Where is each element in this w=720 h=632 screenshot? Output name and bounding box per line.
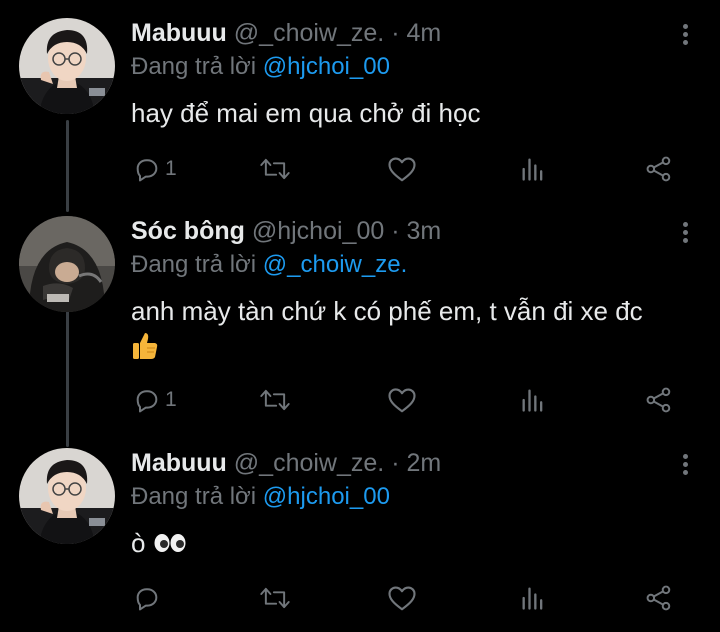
display-name[interactable]: Mabuuu xyxy=(131,19,227,47)
share-icon xyxy=(646,585,671,611)
timestamp[interactable]: 2m xyxy=(406,449,441,477)
tweet[interactable]: Sóc bông @hjchoi_00 · 3m Đang trả lời @_… xyxy=(0,214,720,444)
avatar[interactable] xyxy=(19,18,115,114)
more-icon[interactable] xyxy=(682,454,690,476)
user-handle[interactable]: @_choiw_ze. xyxy=(234,19,384,47)
views-button[interactable] xyxy=(519,380,547,420)
tweet-header: Mabuuu @_choiw_ze. · 2m xyxy=(131,446,660,480)
share-icon xyxy=(646,387,671,413)
retweet-button[interactable] xyxy=(259,149,295,189)
views-icon xyxy=(522,389,543,412)
timestamp[interactable]: 3m xyxy=(407,217,442,245)
views-icon xyxy=(522,587,543,610)
tweet-text: anh mày tàn chứ k có phế em, t vẫn đi xe… xyxy=(131,292,700,371)
action-bar: 1 xyxy=(0,380,720,420)
views-button[interactable] xyxy=(519,578,547,618)
like-icon xyxy=(388,388,416,413)
replying-to-label: Đang trả lời xyxy=(131,483,257,510)
reply-icon xyxy=(136,390,158,413)
retweet-button[interactable] xyxy=(259,578,295,618)
user-handle[interactable]: @_choiw_ze. xyxy=(234,449,384,477)
timestamp[interactable]: 4m xyxy=(406,19,441,47)
tweet-text-content: anh mày tàn chứ k có phế em, t vẫn đi xe… xyxy=(131,296,643,326)
reply-button[interactable]: 1 xyxy=(133,149,177,189)
replying-to-label: Đang trả lời xyxy=(131,53,257,80)
eyes-emoji xyxy=(153,526,187,564)
tweet[interactable]: Mabuuu @_choiw_ze. · 4m Đang trả lời @hj… xyxy=(0,16,720,216)
views-icon xyxy=(522,158,543,181)
tweet-header: Sóc bông @hjchoi_00 · 3m xyxy=(131,214,660,248)
replying-to: Đang trả lời @hjchoi_00 xyxy=(131,481,390,513)
separator-dot: · xyxy=(391,217,400,245)
reply-icon xyxy=(136,588,158,611)
retweet-icon xyxy=(260,587,290,609)
tweet[interactable]: Mabuuu @_choiw_ze. · 2m Đang trả lời @hj… xyxy=(0,446,720,632)
replying-to-handle[interactable]: @hjchoi_00 xyxy=(263,53,390,80)
display-name[interactable]: Mabuuu xyxy=(131,449,227,477)
reply-count: 1 xyxy=(165,157,177,180)
tweet-header: Mabuuu @_choiw_ze. · 4m xyxy=(131,16,660,50)
tweet-text-content: hay để mai em qua chở đi học xyxy=(131,98,481,128)
reply-icon xyxy=(136,159,158,182)
tweet-text: ò xyxy=(131,524,700,564)
user-handle[interactable]: @hjchoi_00 xyxy=(252,217,384,245)
more-icon[interactable] xyxy=(682,222,690,244)
avatar[interactable] xyxy=(19,216,115,312)
reply-button[interactable] xyxy=(133,578,165,618)
thumbs-up-emoji xyxy=(131,331,159,371)
retweet-button[interactable] xyxy=(259,380,295,420)
replying-to-handle[interactable]: @hjchoi_00 xyxy=(263,483,390,510)
like-button[interactable] xyxy=(387,149,421,189)
reply-count: 1 xyxy=(165,388,177,411)
views-button[interactable] xyxy=(519,149,547,189)
retweet-icon xyxy=(260,389,290,411)
action-bar xyxy=(0,578,720,618)
replying-to: Đang trả lời @_choiw_ze. xyxy=(131,249,407,281)
tweet-text: hay để mai em qua chở đi học xyxy=(131,94,700,132)
replying-to-handle[interactable]: @_choiw_ze. xyxy=(263,251,407,278)
like-button[interactable] xyxy=(387,380,421,420)
replying-to-label: Đang trả lời xyxy=(131,251,257,278)
reply-button[interactable]: 1 xyxy=(133,380,177,420)
separator-dot: · xyxy=(391,449,400,477)
tweet-text-content: ò xyxy=(131,528,146,558)
share-icon xyxy=(646,156,671,182)
separator-dot: · xyxy=(391,19,400,47)
like-icon xyxy=(388,157,416,182)
like-icon xyxy=(388,586,416,611)
share-button[interactable] xyxy=(645,578,673,618)
avatar[interactable] xyxy=(19,448,115,544)
like-button[interactable] xyxy=(387,578,421,618)
more-icon[interactable] xyxy=(682,24,690,46)
share-button[interactable] xyxy=(645,380,673,420)
display-name[interactable]: Sóc bông xyxy=(131,217,245,245)
replying-to: Đang trả lời @hjchoi_00 xyxy=(131,51,390,83)
action-bar: 1 xyxy=(0,149,720,189)
retweet-icon xyxy=(260,158,290,180)
share-button[interactable] xyxy=(645,149,673,189)
